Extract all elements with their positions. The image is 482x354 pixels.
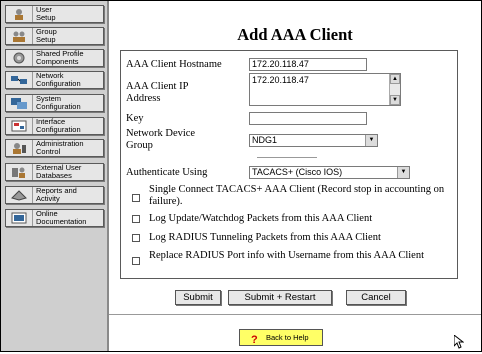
sidebar-item-administration-control[interactable]: Administration Control xyxy=(5,139,104,157)
log-update-watchdog-label: Log Update/Watchdog Packets from this AA… xyxy=(149,213,373,224)
reports-icon xyxy=(6,187,33,203)
sidebar-item-label: Online Documentation xyxy=(36,209,87,226)
sidebar-item-online-documentation[interactable]: Online Documentation xyxy=(5,209,104,227)
sidebar: User Setup Group Setup Shared Profile Co… xyxy=(1,1,109,351)
help-question-icon: ? xyxy=(250,332,260,346)
ip-address-value: 172.20.118.47 xyxy=(252,75,309,85)
sidebar-item-label: Reports and Activity xyxy=(36,186,77,203)
replace-radius-port-label: Replace RADIUS Port info with Username f… xyxy=(149,250,425,261)
sidebar-item-interface-configuration[interactable]: Interface Configuration xyxy=(5,117,104,135)
key-input[interactable] xyxy=(249,112,367,125)
single-connect-checkbox[interactable] xyxy=(132,194,140,202)
database-icon xyxy=(6,164,33,180)
sidebar-item-network-configuration[interactable]: Network Configuration xyxy=(5,71,104,89)
shared-profile-icon xyxy=(6,50,33,66)
ip-address-textarea[interactable]: 172.20.118.47 ▲ ▼ xyxy=(249,73,401,106)
back-to-help-button[interactable]: ? Back to Help xyxy=(239,329,323,346)
authenticate-using-select[interactable]: TACACS+ (Cisco IOS) ▼ xyxy=(249,166,410,179)
scroll-up-arrow-icon[interactable]: ▲ xyxy=(390,74,400,84)
sidebar-item-reports-and-activity[interactable]: Reports and Activity xyxy=(5,186,104,204)
sidebar-item-shared-profile-components[interactable]: Shared Profile Components xyxy=(5,49,104,67)
page-title: Add AAA Client xyxy=(237,25,353,44)
app-frame: User Setup Group Setup Shared Profile Co… xyxy=(0,0,482,352)
system-icon xyxy=(6,95,33,111)
group-icon xyxy=(6,28,33,44)
sidebar-item-label: External User Databases xyxy=(36,163,82,180)
interface-icon xyxy=(6,118,33,134)
svg-text:?: ? xyxy=(251,334,258,345)
replace-radius-port-checkbox[interactable] xyxy=(132,257,140,265)
admin-icon xyxy=(6,140,33,156)
sidebar-item-system-configuration[interactable]: System Configuration xyxy=(5,94,104,112)
divider xyxy=(109,314,481,315)
authenticate-using-label: Authenticate Using xyxy=(126,167,208,178)
submit-button[interactable]: Submit xyxy=(175,290,221,305)
hostname-label: AAA Client Hostname xyxy=(126,59,222,70)
chevron-down-icon[interactable]: ▼ xyxy=(365,135,377,146)
key-label: Key xyxy=(126,113,144,124)
back-to-help-label: Back to Help xyxy=(266,333,309,342)
network-icon xyxy=(6,72,33,88)
submit-restart-button[interactable]: Submit + Restart xyxy=(228,290,332,305)
sidebar-item-label: Shared Profile Components xyxy=(36,49,84,66)
scroll-down-arrow-icon[interactable]: ▼ xyxy=(390,95,400,105)
cancel-button[interactable]: Cancel xyxy=(346,290,406,305)
sidebar-item-label: System Configuration xyxy=(36,94,81,111)
ip-address-label: AAA Client IP Address xyxy=(126,81,189,104)
network-device-group-select[interactable]: NDG1 ▼ xyxy=(249,134,378,147)
sidebar-item-label: Network Configuration xyxy=(36,71,81,88)
sidebar-item-label: User Setup xyxy=(36,5,56,22)
divider xyxy=(257,157,317,158)
authenticate-using-value: TACACS+ (Cisco IOS) xyxy=(252,167,343,177)
chevron-down-icon[interactable]: ▼ xyxy=(397,167,409,178)
log-radius-tunneling-label: Log RADIUS Tunneling Packets from this A… xyxy=(149,232,381,243)
mouse-cursor-icon xyxy=(453,333,465,354)
network-device-group-value: NDG1 xyxy=(252,135,278,145)
main-content: Add AAA Client AAA Client Hostname 172.2… xyxy=(109,1,481,351)
single-connect-label: Single Connect TACACS+ AAA Client (Recor… xyxy=(149,184,445,207)
network-device-group-label: Network Device Group xyxy=(126,128,196,151)
sidebar-item-label: Administration Control xyxy=(36,139,84,156)
ip-address-scrollbar[interactable]: ▲ ▼ xyxy=(389,74,400,105)
sidebar-item-user-setup[interactable]: User Setup xyxy=(5,5,104,23)
log-update-watchdog-checkbox[interactable] xyxy=(132,215,140,223)
documentation-icon xyxy=(6,210,33,226)
sidebar-item-label: Interface Configuration xyxy=(36,117,81,134)
sidebar-item-label: Group Setup xyxy=(36,27,57,44)
hostname-input[interactable]: 172.20.118.47 xyxy=(249,58,367,71)
log-radius-tunneling-checkbox[interactable] xyxy=(132,234,140,242)
sidebar-item-group-setup[interactable]: Group Setup xyxy=(5,27,104,45)
user-icon xyxy=(6,6,33,22)
sidebar-item-external-user-databases[interactable]: External User Databases xyxy=(5,163,104,181)
